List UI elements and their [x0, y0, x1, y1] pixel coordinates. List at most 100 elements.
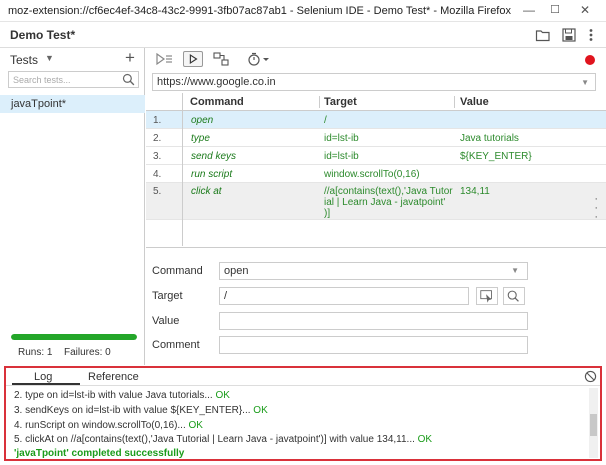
value-column-header: Value: [460, 96, 489, 108]
test-list-item[interactable]: javaTpoint*: [0, 95, 145, 113]
select-target-icon: [480, 290, 492, 303]
row-command: type: [191, 133, 210, 144]
step-over-icon[interactable]: [211, 51, 231, 67]
log-scrollbar[interactable]: [589, 388, 598, 458]
target-field[interactable]: /: [219, 287, 469, 305]
run-progress-fill: [11, 334, 137, 340]
row-value: Java tutorials: [460, 133, 519, 144]
base-url-select[interactable]: https://www.google.co.in ▼: [152, 73, 596, 91]
playback-toolbar: [146, 48, 606, 70]
tab-reference[interactable]: Reference: [88, 371, 139, 383]
log-entry-text: 3. sendKeys on id=lst-ib with value ${KE…: [14, 405, 251, 416]
tab-log[interactable]: Log: [34, 371, 52, 383]
log-entry-text: 2. type on id=lst-ib with value Java tut…: [14, 390, 213, 401]
record-icon[interactable]: [585, 55, 595, 65]
save-project-icon[interactable]: [561, 27, 577, 43]
table-row[interactable]: 3. send keys id=lst-ib ${KEY_ENTER}: [146, 147, 606, 165]
log-success-message: 'javaTpoint' completed successfully: [14, 448, 185, 459]
row-target: id=lst-ib: [324, 133, 359, 144]
log-entry: 4. runScript on window.scrollTo(0,16)...…: [14, 420, 203, 431]
tests-dropdown[interactable]: Tests: [10, 53, 38, 67]
row-index: 2.: [153, 133, 162, 144]
command-table: Command Target Value 1. open / 2. type i…: [146, 93, 606, 246]
tests-header: Tests ▼ +: [0, 48, 145, 70]
window-titlebar: moz-extension://cf6ec4ef-34c8-43c2-9991-…: [0, 0, 606, 22]
row-target: id=lst-ib: [324, 151, 359, 162]
maximize-button[interactable]: ☐: [540, 2, 570, 19]
project-title: Demo Test*: [10, 28, 76, 42]
runs-count: Runs: 1: [18, 347, 53, 358]
command-editor: Command open ▼ Target / Value Comment: [146, 247, 606, 365]
log-tabs: Log Reference: [6, 368, 600, 386]
log-panel: Log Reference 2. type on id=lst-ib with …: [4, 366, 602, 461]
log-entry-status: OK: [253, 405, 268, 416]
row-target: /: [324, 115, 327, 126]
comment-field[interactable]: [219, 336, 528, 354]
command-label: Command: [152, 265, 203, 277]
log-entry-text: 5. clickAt on //a[contains(text(),'Java …: [14, 434, 415, 445]
row-target-line: )]: [324, 208, 331, 219]
command-column-header: Command: [190, 96, 244, 108]
select-target-button[interactable]: [476, 287, 498, 305]
comment-label: Comment: [152, 339, 200, 351]
target-label: Target: [152, 290, 183, 302]
close-window-button[interactable]: ✕: [570, 2, 600, 19]
table-row[interactable]: 5. click at //a[contains(text(),'Java Tu…: [146, 183, 606, 223]
table-row[interactable]: 1. open /: [146, 111, 606, 129]
row-command: send keys: [191, 151, 237, 162]
app-header: Demo Test*: [0, 22, 606, 48]
index-column-divider: [182, 93, 183, 246]
log-scrollbar-thumb[interactable]: [590, 414, 597, 436]
table-row[interactable]: 4. run script window.scrollTo(0,16): [146, 165, 606, 183]
row-index: 3.: [153, 151, 162, 162]
row-index: 1.: [153, 115, 162, 126]
value-field[interactable]: [219, 312, 528, 330]
row-command: run script: [191, 169, 233, 180]
open-project-icon[interactable]: [535, 27, 551, 43]
search-icon: [122, 73, 135, 86]
run-current-test-icon[interactable]: [183, 51, 203, 67]
chevron-down-icon[interactable]: ▼: [511, 263, 519, 279]
table-header-row: Command Target Value: [146, 93, 606, 111]
target-field-value: /: [224, 290, 228, 302]
row-index: 4.: [153, 169, 162, 180]
row-command: click at: [191, 186, 222, 197]
command-select[interactable]: open ▼: [219, 262, 528, 280]
more-options-icon[interactable]: [583, 27, 599, 43]
failures-count: Failures: 0: [64, 347, 111, 358]
row-value: ${KEY_ENTER}: [460, 151, 532, 162]
target-column-header: Target: [324, 96, 357, 108]
test-speed-icon[interactable]: [246, 51, 272, 67]
value-label: Value: [152, 315, 180, 327]
chevron-down-icon[interactable]: ▼: [581, 78, 589, 87]
log-entry-status: OK: [215, 390, 230, 401]
row-value: 134,11: [460, 186, 490, 197]
log-entry: 3. sendKeys on id=lst-ib with value ${KE…: [14, 405, 268, 416]
active-tab-indicator: [12, 383, 80, 385]
clear-log-icon[interactable]: [584, 370, 597, 383]
log-entry: 2. type on id=lst-ib with value Java tut…: [14, 390, 230, 401]
log-entry-status: OK: [188, 420, 203, 431]
log-entry: 5. clickAt on //a[contains(text(),'Java …: [14, 434, 432, 445]
chevron-down-icon[interactable]: ▼: [45, 53, 54, 63]
log-entry-text: 4. runScript on window.scrollTo(0,16)...: [14, 420, 186, 431]
tests-panel: Tests ▼ + javaTpoint* Runs: 1 Failures: …: [0, 48, 145, 365]
search-tests-input[interactable]: [9, 72, 119, 87]
row-index: 5.: [153, 186, 162, 197]
search-tests-box: [8, 71, 139, 88]
row-target-line: ial | Learn Java - javatpoint': [324, 197, 446, 208]
log-entry-status: OK: [417, 434, 433, 445]
command-field-value: open: [224, 265, 249, 277]
find-target-button[interactable]: [503, 287, 525, 305]
add-test-button[interactable]: +: [125, 49, 135, 67]
row-target: window.scrollTo(0,16): [324, 169, 420, 180]
window-title: moz-extension://cf6ec4ef-34c8-43c2-9991-…: [8, 5, 511, 17]
row-menu-icon[interactable]: · · ·: [594, 194, 598, 223]
run-progress-bar: [11, 334, 137, 340]
run-all-tests-icon[interactable]: [154, 51, 174, 67]
row-target-line: //a[contains(text(),'Java Tutor: [324, 186, 453, 197]
row-command: open: [191, 115, 214, 126]
search-icon: [507, 290, 519, 302]
table-row[interactable]: 2. type id=lst-ib Java tutorials: [146, 129, 606, 147]
base-url-value: https://www.google.co.in: [157, 76, 276, 88]
